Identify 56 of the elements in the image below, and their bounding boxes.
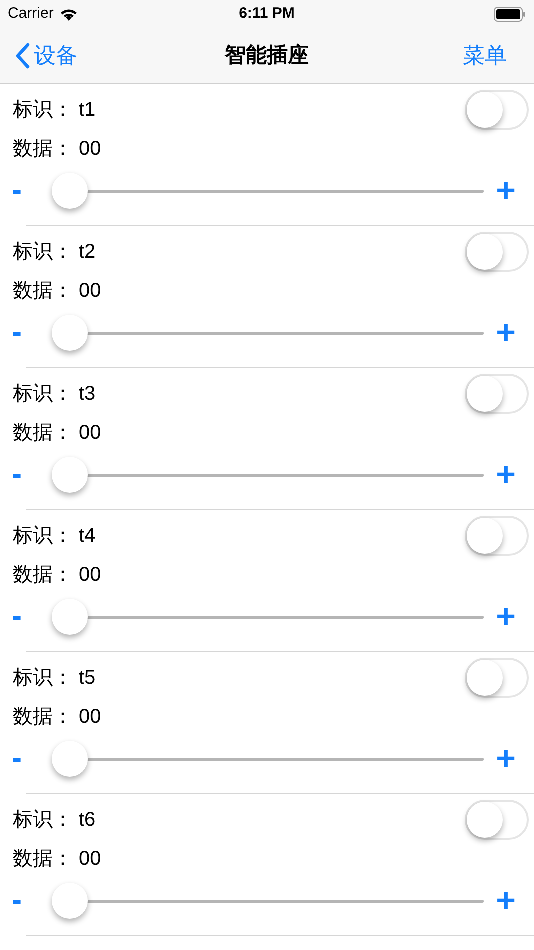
carrier-label: Carrier: [8, 4, 54, 24]
field-value: 00: [79, 847, 102, 872]
field-value: t5: [79, 666, 96, 691]
toggle-switch[interactable]: [465, 516, 529, 556]
field-label: 数据：: [13, 705, 73, 730]
toggle-switch[interactable]: [465, 658, 529, 698]
field-label: 数据：: [13, 137, 73, 162]
field-value: 00: [79, 137, 102, 162]
increase-button[interactable]: +: [496, 600, 516, 634]
field-label: 数据：: [13, 421, 73, 446]
field-label: 数据：: [13, 847, 73, 872]
decrease-button[interactable]: -: [12, 176, 38, 206]
increase-button[interactable]: +: [496, 884, 516, 918]
slider-thumb[interactable]: [52, 457, 88, 493]
toggle-switch[interactable]: [465, 800, 529, 840]
back-button[interactable]: 设备: [16, 39, 78, 72]
slider-thumb[interactable]: [52, 173, 88, 209]
increase-button[interactable]: +: [496, 742, 516, 776]
back-chevron-icon: [16, 42, 30, 68]
decrease-button[interactable]: -: [12, 744, 38, 774]
field-value: 00: [79, 705, 102, 730]
increase-button[interactable]: +: [496, 458, 516, 492]
field-value: 00: [79, 279, 102, 304]
decrease-button[interactable]: -: [12, 460, 38, 490]
field-label: 标识：: [13, 98, 73, 123]
slider-thumb[interactable]: [52, 741, 88, 777]
field-value: t3: [79, 382, 96, 407]
toggle-switch[interactable]: [465, 374, 529, 414]
field-label: 数据：: [13, 279, 73, 304]
nav-title: 智能插座: [225, 42, 309, 69]
field-label: 标识：: [13, 240, 73, 265]
menu-button[interactable]: 菜单: [463, 39, 507, 72]
decrease-button[interactable]: -: [12, 318, 38, 348]
decrease-button[interactable]: -: [12, 886, 38, 916]
increase-button[interactable]: +: [496, 316, 516, 350]
field-value: 00: [79, 563, 102, 588]
field-value: 00: [79, 421, 102, 446]
slider-thumb[interactable]: [52, 599, 88, 635]
field-value: t1: [79, 98, 96, 123]
field-value: t4: [79, 524, 96, 549]
toggle-switch[interactable]: [465, 90, 529, 130]
increase-button[interactable]: +: [496, 174, 516, 208]
field-label: 标识：: [13, 808, 73, 833]
slider-thumb[interactable]: [52, 315, 88, 351]
field-value: t2: [79, 240, 96, 265]
battery-icon: [494, 6, 526, 22]
slider-thumb[interactable]: [52, 883, 88, 919]
status-time: 6:11 PM: [239, 4, 295, 24]
toggle-switch[interactable]: [465, 232, 529, 272]
field-label: 标识：: [13, 382, 73, 407]
field-value: t6: [79, 808, 96, 833]
wifi-icon: [60, 8, 78, 20]
field-label: 标识：: [13, 666, 73, 691]
field-label: 数据：: [13, 563, 73, 588]
decrease-button[interactable]: -: [12, 602, 38, 632]
field-label: 标识：: [13, 524, 73, 549]
